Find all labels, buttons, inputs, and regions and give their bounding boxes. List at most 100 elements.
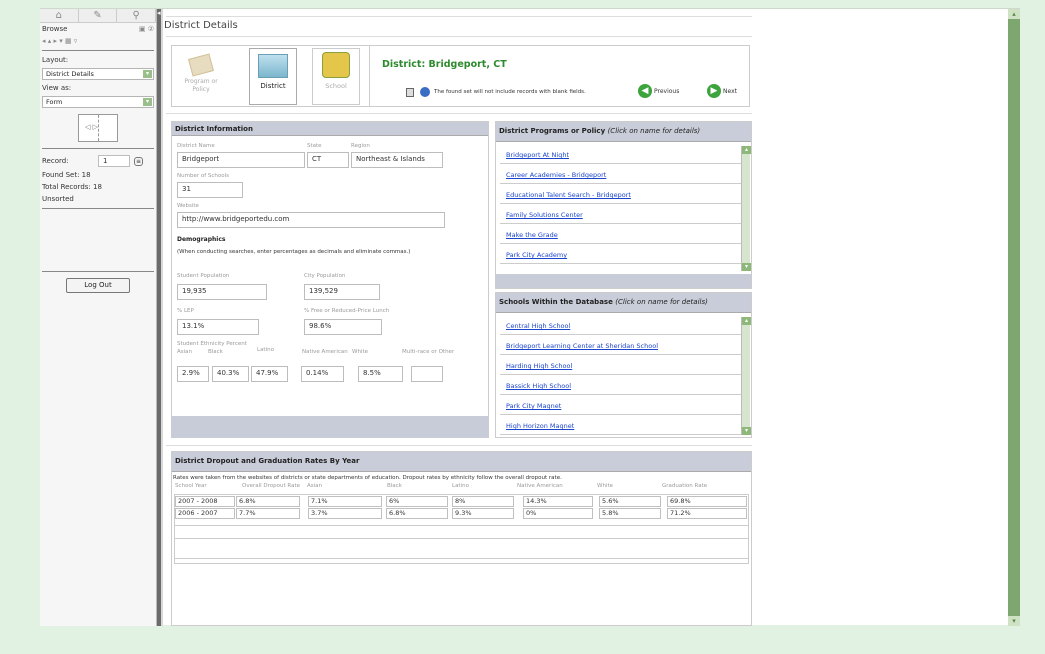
nav-bar: Program or Policy District School Distri… — [171, 45, 750, 107]
record-number-input[interactable]: 1 — [98, 155, 130, 167]
table-cell[interactable]: 69.8% — [667, 496, 747, 507]
view-as-select[interactable]: Form ▾ — [42, 96, 154, 108]
programs-header: District Programs or Policy (Click on na… — [496, 122, 751, 142]
student-pop-field[interactable]: 19,935 — [177, 284, 267, 300]
website-label: Website — [177, 203, 199, 209]
table-cell[interactable]: 2007 - 2008 — [175, 496, 235, 507]
eth-black-field[interactable]: 40.3% — [212, 366, 249, 382]
search-icon[interactable]: ⚲ — [117, 9, 157, 22]
col-latino: Latino — [452, 483, 469, 489]
log-out-button[interactable]: Log Out — [66, 278, 130, 293]
list-item[interactable]: Harding High School — [500, 357, 744, 375]
list-item[interactable]: Park City Magnet — [500, 397, 744, 415]
previous-button[interactable]: ◀ Previous — [638, 84, 679, 98]
table-row — [175, 545, 748, 559]
notes-icon[interactable] — [406, 88, 414, 97]
lunch-field[interactable]: 98.6% — [304, 319, 382, 335]
chevron-down-icon[interactable]: ▾ — [742, 427, 751, 435]
schools-panel: Schools Within the Database (Click on na… — [495, 292, 752, 438]
district-heading: District: Bridgeport, CT — [382, 59, 507, 70]
eth-white-field[interactable]: 8.5% — [358, 366, 403, 382]
total-records: Total Records: 18 — [42, 183, 102, 191]
eth-native-field[interactable]: 0.14% — [301, 366, 344, 382]
next-button[interactable]: ▶ Next — [707, 84, 737, 98]
list-item[interactable]: Make the Grade — [500, 226, 744, 244]
website-field[interactable]: http://www.bridgeportedu.com — [177, 212, 445, 228]
table-cell[interactable]: 5.8% — [599, 508, 661, 519]
mode-label: Browse — [42, 25, 68, 33]
region-label: Region — [351, 143, 370, 149]
list-item[interactable]: Career Academies - Bridgeport — [500, 166, 744, 184]
ethnicity-label: Student Ethnicity Percent — [177, 341, 247, 347]
eth-label-white: White — [352, 349, 368, 355]
eth-label-native: Native American — [302, 349, 348, 355]
programs-scrollbar[interactable]: ▴ ▾ — [741, 146, 751, 271]
chevron-up-icon[interactable]: ▴ — [742, 146, 751, 154]
eth-latino-field[interactable]: 47.9% — [251, 366, 288, 382]
col-school-year: School Year — [175, 483, 207, 489]
book-icon[interactable]: ◁ ▷ — [78, 114, 118, 142]
chevron-up-icon[interactable]: ▴ — [1008, 9, 1020, 19]
table-row: 2007 - 2008 6.8% 7.1% 6% 8% 14.3% 5.6% 6… — [175, 495, 748, 508]
table-cell[interactable]: 0% — [523, 508, 593, 519]
table-cell[interactable]: 7.1% — [308, 496, 382, 507]
chevron-down-icon[interactable]: ▾ — [742, 263, 751, 271]
mode-icons: ⌂ ✎ ⚲ — [40, 9, 157, 23]
menu-icon[interactable]: ≡ — [134, 156, 143, 166]
rates-note: Rates were taken from the websites of di… — [173, 475, 562, 481]
list-item[interactable]: High Horizon Magnet — [500, 417, 744, 435]
list-item[interactable]: Educational Talent Search - Bridgeport — [500, 186, 744, 204]
table-cell[interactable]: 5.6% — [599, 496, 661, 507]
list-item[interactable]: Bridgeport Learning Center at Sheridan S… — [500, 337, 744, 355]
schools-scrollbar[interactable]: ▴ ▾ — [741, 317, 751, 435]
state-field[interactable]: CT — [307, 152, 349, 168]
schools-header: Schools Within the Database (Click on na… — [496, 293, 751, 313]
col-dropout: Overall Dropout Rate — [242, 483, 301, 489]
record-nav-icons[interactable]: ◂ ▴ ▸ ▾ ▦ ▿ — [40, 35, 156, 47]
help-icon[interactable]: ▣ ② — [139, 25, 154, 33]
list-item[interactable]: Bridgeport At Night — [500, 146, 744, 164]
tab-school[interactable]: School — [312, 48, 360, 105]
eth-asian-field[interactable]: 2.9% — [177, 366, 209, 382]
region-field[interactable]: Northeast & Islands — [351, 152, 443, 168]
schools-list: Central High School Bridgeport Learning … — [500, 317, 744, 435]
table-row: 2006 - 2007 7.7% 3.7% 6.8% 9.3% 0% 5.8% … — [175, 508, 748, 521]
demographics-heading: Demographics — [177, 236, 226, 243]
table-cell[interactable]: 3.7% — [308, 508, 382, 519]
list-item[interactable]: Family Solutions Center — [500, 206, 744, 224]
tab-district[interactable]: District — [249, 48, 297, 105]
lep-field[interactable]: 13.1% — [177, 319, 259, 335]
table-cell[interactable]: 6.8% — [386, 508, 448, 519]
city-pop-field[interactable]: 139,529 — [304, 284, 380, 300]
found-set: Found Set: 18 — [42, 171, 91, 179]
eth-multi-field[interactable] — [411, 366, 443, 382]
col-white: White — [597, 483, 613, 489]
table-cell[interactable]: 7.7% — [236, 508, 300, 519]
chevron-down-icon: ▾ — [143, 98, 152, 106]
list-item[interactable]: Park City Academy — [500, 246, 744, 264]
chevron-up-icon[interactable]: ▴ — [742, 317, 751, 325]
table-cell[interactable]: 71.2% — [667, 508, 747, 519]
arrow-left-icon: ◀ — [638, 84, 652, 98]
table-cell[interactable]: 2006 - 2007 — [175, 508, 235, 519]
tab-program-policy[interactable]: Program or Policy — [177, 48, 225, 105]
table-cell[interactable]: 6.8% — [236, 496, 300, 507]
table-cell[interactable]: 6% — [386, 496, 448, 507]
pencil-icon[interactable]: ✎ — [79, 9, 118, 22]
search-icon[interactable] — [420, 87, 430, 97]
num-schools-field[interactable]: 31 — [177, 182, 243, 198]
table-cell[interactable]: 8% — [452, 496, 514, 507]
home-icon[interactable]: ⌂ — [40, 9, 79, 22]
table-cell[interactable]: 9.3% — [452, 508, 514, 519]
window-scrollbar[interactable]: ▴ ▾ — [1008, 9, 1020, 626]
layout-select[interactable]: District Details ▾ — [42, 68, 154, 80]
district-name-field[interactable]: Bridgeport — [177, 152, 305, 168]
list-item[interactable]: Central High School — [500, 317, 744, 335]
list-item[interactable]: Bassick High School — [500, 377, 744, 395]
record-label: Record: — [42, 157, 69, 165]
blank-fields-note: The found set will not include records w… — [434, 89, 586, 95]
table-cell[interactable]: 14.3% — [523, 496, 593, 507]
programs-list: Bridgeport At Night Career Academies - B… — [500, 146, 744, 271]
num-schools-label: Number of Schools — [177, 173, 230, 179]
chevron-down-icon[interactable]: ▾ — [1008, 616, 1020, 626]
